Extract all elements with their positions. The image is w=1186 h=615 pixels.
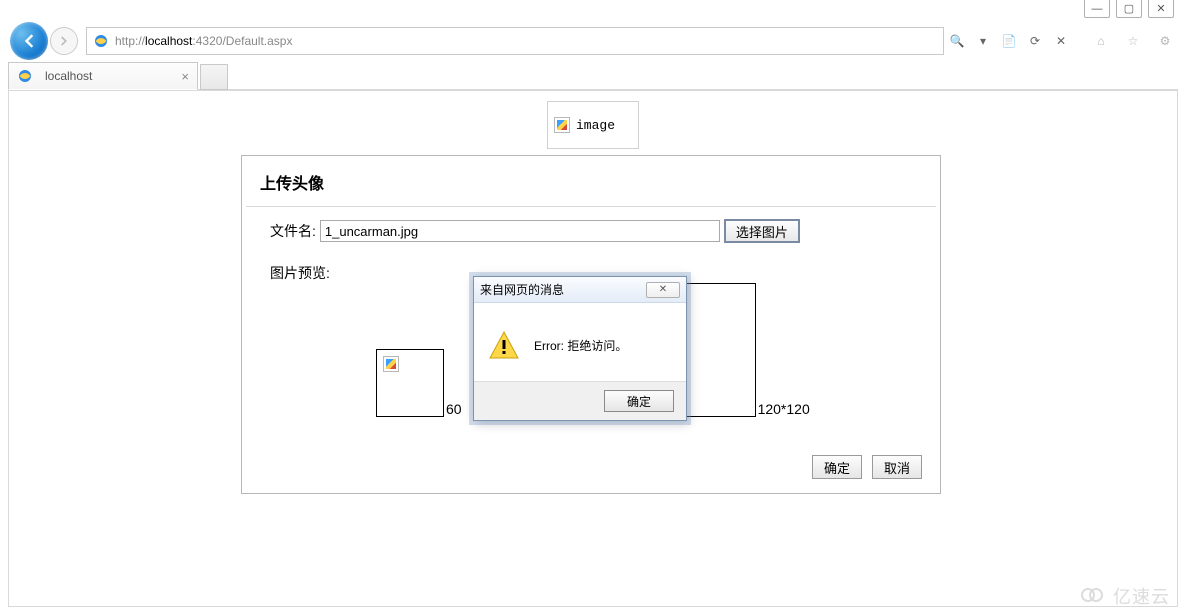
stop-icon[interactable]: ✕ (1052, 32, 1070, 50)
dialog-title-text: 来自网页的消息 (480, 281, 564, 298)
tab-bar: localhost × (8, 60, 1178, 90)
window-controls: — ▢ ✕ (1084, 0, 1174, 18)
broken-image-icon (554, 117, 570, 133)
home-icon[interactable]: ⌂ (1090, 30, 1112, 52)
refresh-icon[interactable]: ⟳ (1026, 32, 1044, 50)
ie-icon (17, 68, 33, 84)
preview-label: 图片预览: (270, 259, 330, 283)
search-dropdown-icon[interactable]: ▾ (974, 32, 992, 50)
thumb-60 (376, 349, 444, 417)
filename-label: 文件名: (270, 221, 316, 241)
tab-close-icon[interactable]: × (181, 69, 189, 84)
browser-toolbar: http://localhost:4320/Default.aspx 🔍 ▾ 📄… (0, 22, 1186, 60)
nav-forward-button[interactable] (50, 27, 78, 55)
favorites-icon[interactable]: ☆ (1122, 30, 1144, 52)
watermark-text: 亿速云 (1113, 583, 1170, 609)
search-icon[interactable]: 🔍 (948, 32, 966, 50)
dialog-titlebar[interactable]: 来自网页的消息 ✕ (474, 277, 686, 303)
dialog-body: Error: 拒绝访问。 (474, 303, 686, 381)
new-tab-button[interactable] (200, 64, 228, 90)
image-placeholder-label: image (576, 118, 615, 133)
thumb-60-label: 60 (446, 401, 462, 417)
window-close-button[interactable]: ✕ (1148, 0, 1174, 18)
alert-dialog: 来自网页的消息 ✕ Error: 拒绝访问。 确定 (473, 276, 687, 421)
watermark: 亿速云 (1081, 583, 1170, 609)
arrow-right-icon (57, 34, 71, 48)
window-maximize-button[interactable]: ▢ (1116, 0, 1142, 18)
dialog-message: Error: 拒绝访问。 (534, 337, 627, 354)
warning-icon (488, 329, 520, 361)
arrow-left-icon (19, 31, 39, 51)
card-cancel-button[interactable]: 取消 (872, 455, 922, 479)
tab-title: localhost (45, 69, 92, 83)
card-title: 上传头像 (242, 156, 940, 206)
thumb-120-label: 120*120 (758, 401, 810, 417)
tab-localhost[interactable]: localhost × (8, 62, 198, 90)
dialog-ok-button[interactable]: 确定 (604, 390, 674, 412)
image-placeholder: image (547, 101, 639, 149)
address-bar[interactable]: http://localhost:4320/Default.aspx (86, 27, 944, 55)
url-text: http://localhost:4320/Default.aspx (115, 34, 292, 48)
nav-back-button[interactable] (10, 22, 48, 60)
gear-icon[interactable]: ⚙ (1154, 30, 1176, 52)
address-bar-tools: 🔍 ▾ 📄 ⟳ ✕ (948, 32, 1070, 50)
card-ok-button[interactable]: 确定 (812, 455, 862, 479)
filename-row: 文件名: 选择图片 (242, 207, 940, 255)
ie-icon (93, 33, 109, 49)
dialog-close-button[interactable]: ✕ (646, 282, 680, 298)
broken-image-icon (383, 356, 399, 372)
watermark-icon (1081, 588, 1107, 604)
filename-input[interactable] (320, 220, 720, 242)
window-minimize-button[interactable]: — (1084, 0, 1110, 18)
thumb-60-wrap: 60 (350, 327, 462, 417)
card-footer: 确定 取消 (242, 417, 940, 493)
compat-view-icon[interactable]: 📄 (1000, 32, 1018, 50)
choose-image-button[interactable]: 选择图片 (724, 219, 800, 243)
dialog-footer: 确定 (474, 381, 686, 420)
browser-right-toolbar: ⌂ ☆ ⚙ (1080, 30, 1176, 52)
